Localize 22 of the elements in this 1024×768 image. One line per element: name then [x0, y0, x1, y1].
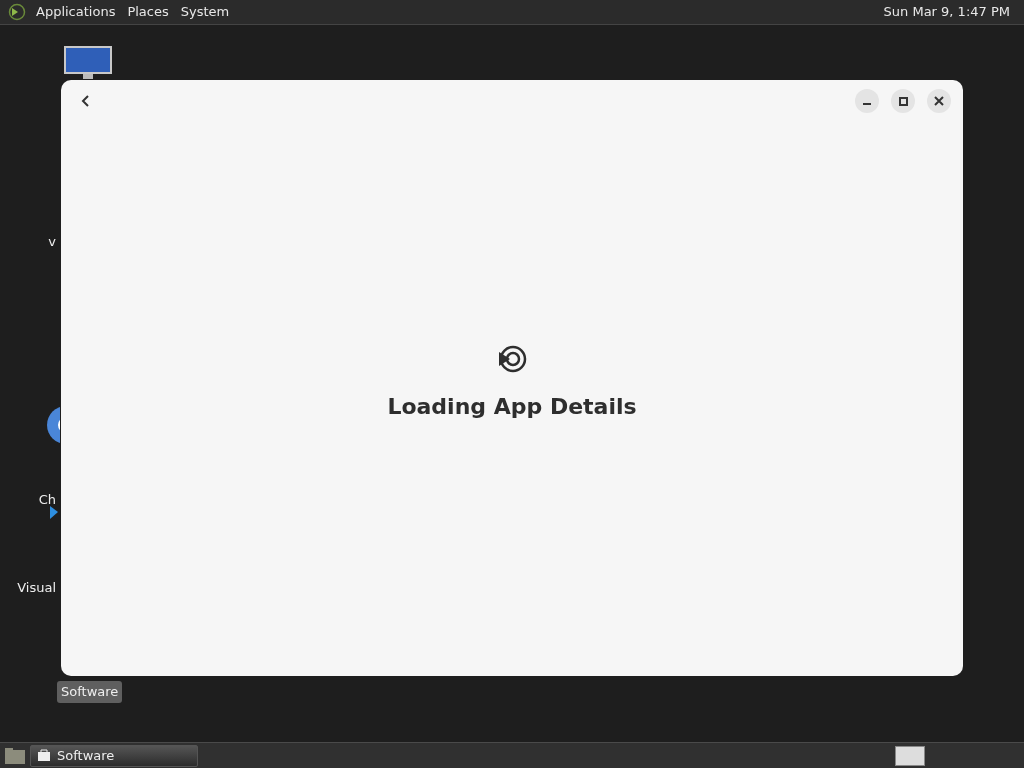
maximize-button[interactable] — [891, 89, 915, 113]
close-icon — [934, 96, 944, 106]
desktop-icon-label[interactable]: Visual — [13, 577, 60, 599]
minimize-button[interactable] — [855, 89, 879, 113]
workspace-switcher[interactable] — [895, 745, 925, 766]
desktop-icon-label[interactable]: Software — [57, 681, 123, 703]
show-desktop-icon[interactable] — [4, 746, 26, 765]
loading-message: Loading App Details — [387, 392, 637, 421]
close-button[interactable] — [927, 89, 951, 113]
minimize-icon — [863, 103, 871, 105]
panel-menu[interactable]: Places — [121, 2, 175, 22]
desktop-icon-label[interactable]: v — [44, 231, 60, 253]
desktop-icon-label[interactable]: Ch — [34, 489, 60, 511]
menu-logo-icon[interactable] — [8, 3, 26, 21]
software-icon — [497, 343, 527, 374]
panel-menu[interactable]: System — [174, 2, 236, 22]
maximize-icon — [898, 96, 908, 106]
panel-clock[interactable]: Sun Mar 9, 1:47 PM — [877, 2, 1016, 22]
bag-icon — [37, 749, 51, 762]
panel-menu[interactable]: Applications — [30, 2, 122, 22]
monitor-icon[interactable] — [63, 45, 113, 79]
taskbar-task[interactable]: Software — [30, 744, 198, 767]
